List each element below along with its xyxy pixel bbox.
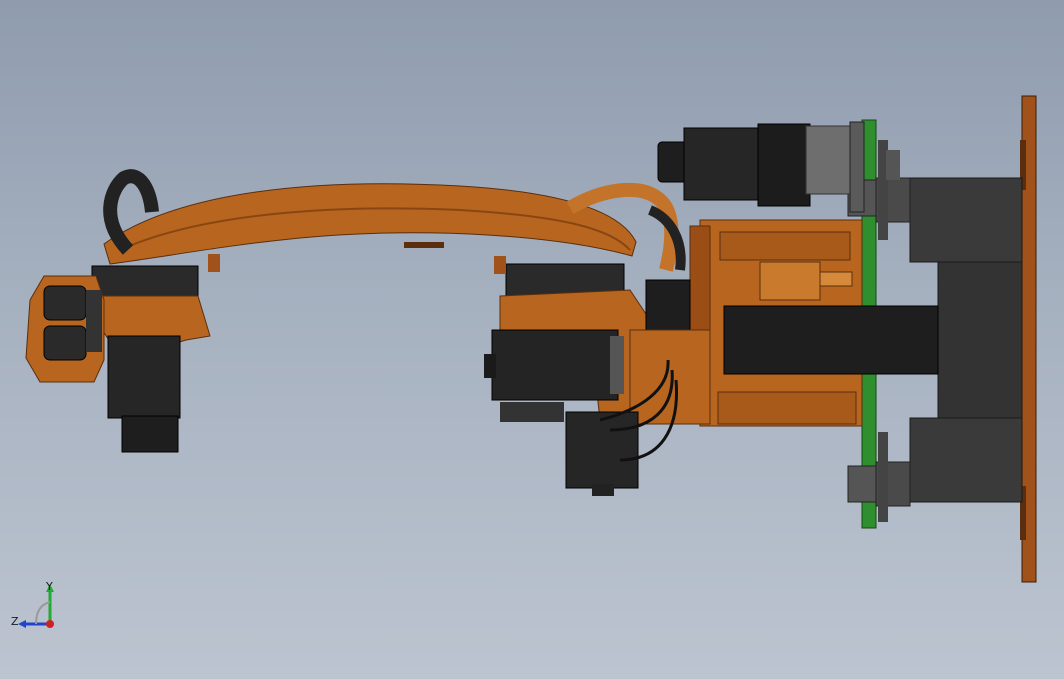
base-block-middle xyxy=(937,261,1023,419)
turret-body xyxy=(689,219,939,427)
coordinate-triad xyxy=(8,578,68,638)
y-axis-label: Y xyxy=(46,580,53,593)
base-block-upper xyxy=(909,177,1023,263)
elbow-joint xyxy=(91,265,211,453)
robot-arm-model[interactable] xyxy=(0,0,1064,679)
z-axis-label: Z xyxy=(11,615,19,628)
cad-viewport[interactable]: Y Z xyxy=(0,0,1064,679)
top-motor xyxy=(657,121,865,213)
base-block-lower xyxy=(909,417,1023,503)
upper-arm xyxy=(103,183,637,274)
wrist-assembly xyxy=(25,275,105,383)
origin-dot xyxy=(46,620,54,628)
